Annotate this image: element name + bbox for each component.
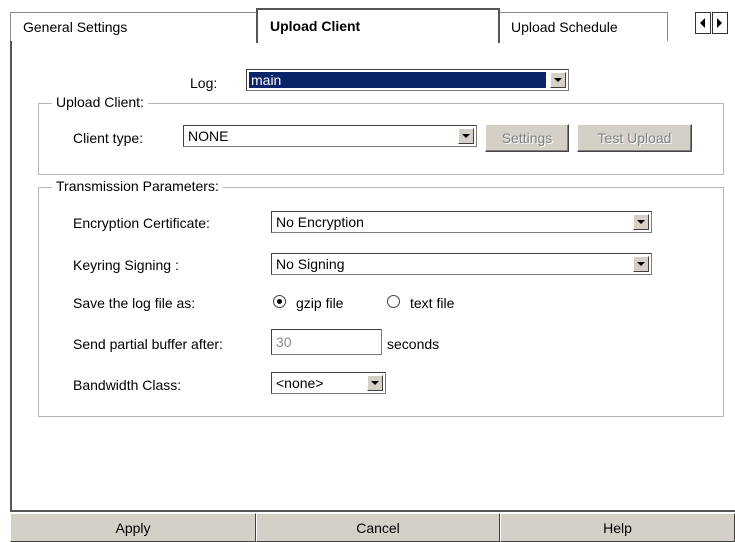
radio-selected-dot [277, 299, 282, 304]
bandwidth-value: <none> [276, 375, 324, 391]
keyring-select[interactable]: No Signing [271, 253, 652, 275]
partial-buffer-input-box[interactable] [271, 329, 382, 355]
client-type-value: NONE [188, 128, 229, 144]
bandwidth-label: Bandwidth Class: [73, 377, 182, 393]
tab-scroll-right-button[interactable] [712, 12, 728, 34]
encryption-value: No Encryption [276, 214, 364, 230]
upload-client-legend: Upload Client: [52, 94, 148, 110]
test-upload-button-label: Test Upload [597, 130, 672, 146]
client-type-select[interactable]: NONE [183, 125, 477, 147]
chevron-down-icon [554, 78, 562, 82]
cancel-button[interactable]: Cancel [256, 513, 500, 542]
tab-general-settings[interactable]: General Settings [10, 12, 258, 42]
client-type-label: Client type: [73, 130, 144, 146]
tab-upload-client[interactable]: Upload Client [256, 8, 500, 43]
bandwidth-select[interactable]: <none> [271, 372, 386, 394]
keyring-dropdown-button[interactable] [633, 256, 649, 272]
test-upload-button[interactable]: Test Upload [577, 124, 692, 152]
settings-button[interactable]: Settings [485, 124, 569, 152]
tab-label: Upload Client [270, 18, 361, 34]
gzip-radio[interactable] [273, 295, 286, 308]
chevron-down-icon [637, 262, 645, 266]
text-radio-label[interactable]: text file [410, 295, 454, 311]
log-dropdown-button[interactable] [550, 72, 566, 88]
bandwidth-dropdown-button[interactable] [367, 375, 383, 391]
encryption-dropdown-button[interactable] [633, 214, 649, 230]
help-button[interactable]: Help [500, 513, 735, 542]
log-label: Log: [190, 75, 218, 91]
apply-button-label: Apply [115, 520, 151, 536]
tab-label: General Settings [23, 19, 128, 35]
tab-scroll-left-button[interactable] [695, 12, 711, 34]
arrow-right-icon [717, 18, 722, 28]
apply-button[interactable]: Apply [10, 513, 256, 542]
keyring-value: No Signing [276, 256, 345, 272]
text-radio[interactable] [387, 295, 400, 308]
settings-button-label: Settings [501, 130, 553, 146]
arrow-left-icon [700, 18, 705, 28]
chevron-down-icon [371, 381, 379, 385]
tab-upload-schedule[interactable]: Upload Schedule [498, 12, 668, 42]
cancel-button-label: Cancel [356, 520, 400, 536]
chevron-down-icon [462, 134, 470, 138]
chevron-down-icon [637, 220, 645, 224]
encryption-select[interactable]: No Encryption [271, 211, 652, 233]
partial-buffer-label: Send partial buffer after: [73, 336, 223, 352]
tab-label: Upload Schedule [511, 19, 618, 35]
encryption-label: Encryption Certificate: [73, 215, 210, 231]
client-type-dropdown-button[interactable] [458, 128, 474, 144]
seconds-unit-label: seconds [387, 336, 440, 352]
help-button-label: Help [603, 520, 632, 536]
log-value: main [249, 72, 546, 88]
log-select[interactable]: main [246, 69, 569, 91]
transmission-legend: Transmission Parameters: [52, 178, 223, 194]
keyring-label: Keyring Signing : [73, 257, 179, 273]
save-as-label: Save the log file as: [73, 295, 196, 311]
partial-buffer-input[interactable] [272, 330, 381, 354]
gzip-radio-label[interactable]: gzip file [296, 295, 343, 311]
